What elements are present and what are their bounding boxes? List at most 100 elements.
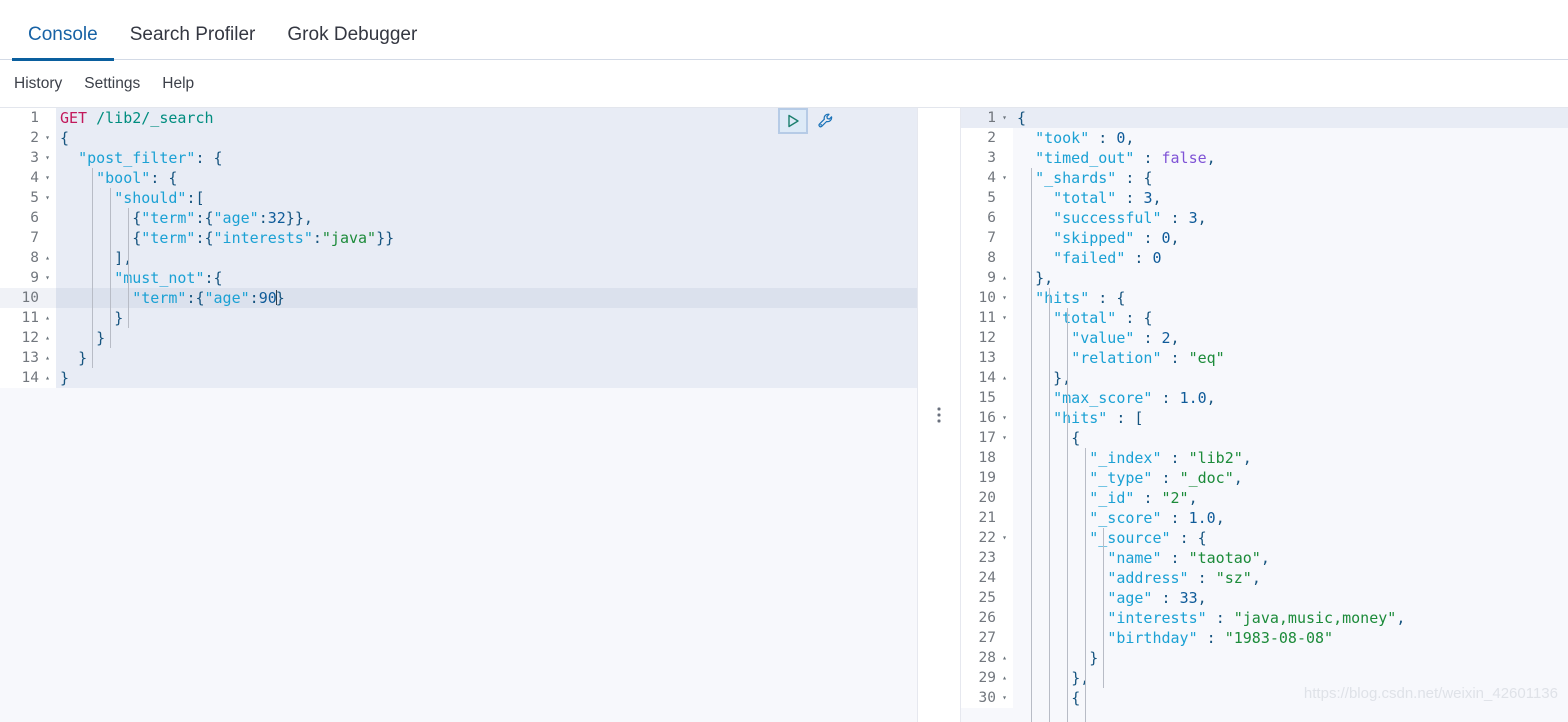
code-line[interactable]: 12 "value" : 2, <box>961 328 1568 348</box>
tab-grok-debugger[interactable]: Grok Debugger <box>271 25 433 60</box>
code-line[interactable]: 6 {"term":{"age":32}}, <box>0 208 917 228</box>
code-line[interactable]: 5 "total" : 3, <box>961 188 1568 208</box>
open-documentation-button[interactable] <box>813 108 839 134</box>
code-line[interactable]: 10 "term":{"age":90} <box>0 288 917 308</box>
line-number-gutter: 5 ▾ <box>0 188 56 208</box>
fold-collapse-icon[interactable]: ▾ <box>1000 408 1009 428</box>
line-number-gutter: 19 <box>961 468 1013 488</box>
fold-collapse-icon[interactable]: ▾ <box>43 188 52 208</box>
code-line[interactable]: 15 "max_score" : 1.0, <box>961 388 1568 408</box>
fold-expand-icon[interactable]: ▴ <box>1000 648 1009 668</box>
code-line[interactable]: 14▴ }, <box>961 368 1568 388</box>
fold-collapse-icon[interactable]: ▾ <box>1000 168 1009 188</box>
code-text: } <box>1089 649 1099 667</box>
pane-splitter[interactable] <box>917 108 961 722</box>
line-number: 12 <box>978 330 996 346</box>
fold-collapse-icon[interactable]: ▾ <box>1000 528 1009 548</box>
fold-collapse-icon[interactable]: ▾ <box>1000 428 1009 448</box>
fold-expand-icon[interactable]: ▴ <box>43 248 52 268</box>
code-line[interactable]: 25 "age" : 33, <box>961 588 1568 608</box>
code-line[interactable]: 14 ▴} <box>0 368 917 388</box>
code-line[interactable]: 22 ▾ "_source" : { <box>961 528 1568 548</box>
fold-expand-icon[interactable]: ▴ <box>1000 268 1009 288</box>
code-line[interactable]: 17 ▾ { <box>961 428 1568 448</box>
fold-collapse-icon[interactable]: ▾ <box>43 128 52 148</box>
line-number-gutter: 10 <box>0 288 56 308</box>
code-line[interactable]: 13 "relation" : "eq" <box>961 348 1568 368</box>
code-line[interactable]: 11 ▴ } <box>0 308 917 328</box>
code-line[interactable]: 1 ▾{ <box>961 108 1568 128</box>
code-line[interactable]: 9 ▾ "must_not":{ <box>0 268 917 288</box>
code-line[interactable]: 4 ▾ "bool": { <box>0 168 917 188</box>
fold-expand-icon[interactable]: ▴ <box>43 368 52 388</box>
code-line[interactable]: 30 ▾ { <box>961 688 1568 708</box>
code-line[interactable]: 28 ▴ } <box>961 648 1568 668</box>
drag-handle-icon[interactable] <box>937 407 941 423</box>
fold-collapse-icon[interactable]: ▾ <box>43 168 52 188</box>
code-line[interactable]: 7 "skipped" : 0, <box>961 228 1568 248</box>
line-number: 4 <box>30 170 39 186</box>
code-text: } <box>78 349 88 367</box>
send-request-button[interactable] <box>778 108 808 134</box>
fold-collapse-icon[interactable]: ▾ <box>1000 108 1009 128</box>
code-line[interactable]: 3 "timed_out" : false, <box>961 148 1568 168</box>
code-line[interactable]: 24 "address" : "sz", <box>961 568 1568 588</box>
line-number: 14 <box>21 370 39 386</box>
line-number: 7 <box>30 230 39 246</box>
tab-console[interactable]: Console <box>12 25 114 61</box>
code-line[interactable]: 19 "_type" : "_doc", <box>961 468 1568 488</box>
line-number: 7 <box>987 230 996 246</box>
code-line[interactable]: 20 "_id" : "2", <box>961 488 1568 508</box>
code-line[interactable]: 29▴ }, <box>961 668 1568 688</box>
fold-expand-icon[interactable]: ▴ <box>43 328 52 348</box>
code-line[interactable]: 2 "took" : 0, <box>961 128 1568 148</box>
code-line[interactable]: 16 ▾ "hits" : [ <box>961 408 1568 428</box>
code-line[interactable]: 26 "interests" : "java,music,money", <box>961 608 1568 628</box>
code-line[interactable]: 8 "failed" : 0 <box>961 248 1568 268</box>
fold-collapse-icon[interactable]: ▾ <box>1000 688 1009 708</box>
code-line[interactable]: 18 "_index" : "lib2", <box>961 448 1568 468</box>
code-line[interactable]: 11 ▾ "total" : { <box>961 308 1568 328</box>
tab-search-profiler[interactable]: Search Profiler <box>114 25 272 60</box>
line-number-gutter: 12 ▴ <box>0 328 56 348</box>
fold-collapse-icon[interactable]: ▾ <box>43 268 52 288</box>
code-text: "took" : 0, <box>1035 129 1135 147</box>
code-line[interactable]: 10 ▾ "hits" : { <box>961 288 1568 308</box>
fold-collapse-icon[interactable]: ▾ <box>1000 288 1009 308</box>
code-line[interactable]: 21 "_score" : 1.0, <box>961 508 1568 528</box>
code-line[interactable]: 27 "birthday" : "1983-08-08" <box>961 628 1568 648</box>
line-number-gutter: 11 ▾ <box>961 308 1013 328</box>
code-line[interactable]: 13 ▴ } <box>0 348 917 368</box>
code-line[interactable]: 6 "successful" : 3, <box>961 208 1568 228</box>
fold-collapse-icon[interactable]: ▾ <box>43 148 52 168</box>
fold-expand-icon[interactable]: ▴ <box>43 348 52 368</box>
menu-item-history[interactable]: History <box>14 75 62 93</box>
line-number: 30 <box>978 690 996 706</box>
line-number: 16 <box>978 410 996 426</box>
request-editor-pane[interactable]: 1 GET /lib2/_search 2 ▾{3 ▾ "post_filter": {… <box>0 108 917 722</box>
code-line[interactable]: 3 ▾ "post_filter": { <box>0 148 917 168</box>
fold-expand-icon[interactable]: ▴ <box>1000 668 1009 688</box>
line-number-gutter: 18 <box>961 448 1013 468</box>
line-number-gutter: 25 <box>961 588 1013 608</box>
code-line[interactable]: 5 ▾ "should":[ <box>0 188 917 208</box>
code-line[interactable]: 8▴ ], <box>0 248 917 268</box>
code-text: }, <box>1035 269 1054 287</box>
response-viewer-pane[interactable]: 1 ▾{2 "took" : 0, 3 "timed_out" : false, 4 ▾… <box>961 108 1568 722</box>
fold-expand-icon[interactable]: ▴ <box>43 308 52 328</box>
code-line[interactable]: 23 "name" : "taotao", <box>961 548 1568 568</box>
response-code-editor[interactable]: 1 ▾{2 "took" : 0, 3 "timed_out" : false, 4 ▾… <box>961 108 1568 722</box>
code-line[interactable]: 12 ▴ } <box>0 328 917 348</box>
code-text: "address" : "sz", <box>1107 569 1261 587</box>
fold-collapse-icon[interactable]: ▾ <box>1000 308 1009 328</box>
code-line[interactable]: 7 {"term":{"interests":"java"}} <box>0 228 917 248</box>
code-line[interactable]: 4 ▾ "_shards" : { <box>961 168 1568 188</box>
menu-item-settings[interactable]: Settings <box>84 75 140 93</box>
code-line[interactable]: 9 ▴ }, <box>961 268 1568 288</box>
request-code-editor[interactable]: 1 GET /lib2/_search 2 ▾{3 ▾ "post_filter": {… <box>0 108 917 722</box>
line-number-gutter: 20 <box>961 488 1013 508</box>
fold-expand-icon[interactable]: ▴ <box>1000 368 1009 388</box>
line-number-gutter: 24 <box>961 568 1013 588</box>
code-text: "_index" : "lib2", <box>1089 449 1252 467</box>
menu-item-help[interactable]: Help <box>162 75 194 93</box>
